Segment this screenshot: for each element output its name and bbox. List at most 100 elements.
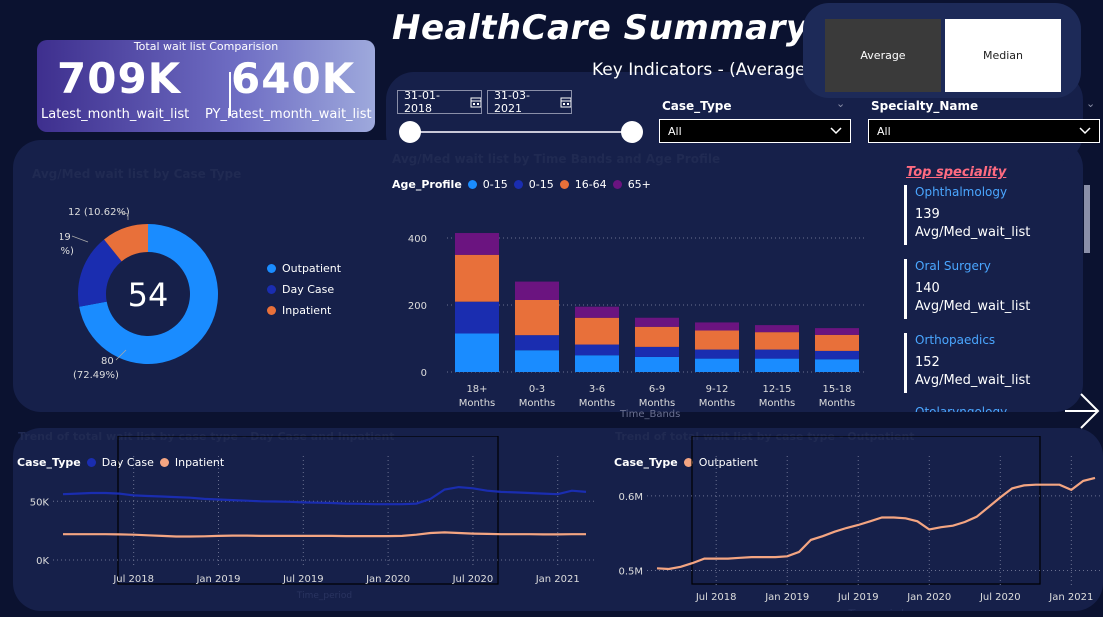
donut-chart: 5412 (10.62%)19(16.89%)80(72.49%): [60, 207, 219, 381]
x-tick: Jan 2021: [535, 574, 580, 585]
specialty-value: All: [877, 124, 891, 138]
specialty-metric-label: Avg/Med_wait_list: [915, 225, 1031, 240]
bar-x-tick: 3-6: [589, 384, 605, 395]
specialty-accent-bar: [904, 259, 907, 319]
donut-legend-item[interactable]: Day Case: [267, 283, 341, 296]
chevron-down-icon[interactable]: ⌄: [1086, 97, 1095, 110]
bar-x-tick: 0-3: [529, 384, 545, 395]
donut-legend-dot: [267, 264, 276, 273]
x-tick: Jan 2020: [906, 592, 951, 603]
bar-legend-label: 65+: [627, 178, 651, 191]
x-tick: Jul 2019: [282, 574, 324, 585]
line-series-inpatient: [63, 531, 586, 538]
py-wait-list-label: PY_latest_month_wait_list: [205, 107, 372, 122]
donut-center-value: 54: [128, 276, 169, 314]
bar-legend-dot: [513, 180, 523, 189]
specialty-accent-bar: [904, 333, 907, 393]
donut-label-daycase-pct: (16.89%): [60, 246, 74, 257]
specialty-dropdown[interactable]: All: [868, 119, 1100, 143]
bar-segment: [455, 301, 499, 334]
bar-segment: [815, 334, 859, 351]
average-button[interactable]: Average: [825, 19, 941, 92]
donut-legend-dot: [267, 285, 276, 294]
specialty-name[interactable]: Oral Surgery: [915, 259, 991, 273]
x-tick: Jul 2020: [979, 592, 1021, 603]
specialty-metric-label: Avg/Med_wait_list: [915, 299, 1031, 314]
donut-legend-label: Day Case: [282, 283, 335, 296]
bar-legend-label: 16-64: [574, 178, 607, 191]
bar-segment: [695, 330, 739, 350]
bar-y-tick: 200: [408, 301, 427, 312]
bar-y-tick: 400: [408, 234, 427, 245]
specialty-name[interactable]: Ophthalmology: [915, 185, 1007, 199]
bar-legend-dot: [612, 180, 622, 189]
bar-x-tick: Months: [459, 398, 496, 409]
bar-segment: [455, 233, 499, 255]
bar-x-tick: Months: [759, 398, 796, 409]
specialty-scrollbar[interactable]: [1084, 185, 1090, 253]
specialty-metric-label: Avg/Med_wait_list: [915, 373, 1031, 388]
y-tick: 0.6M: [618, 492, 643, 503]
specialty-name[interactable]: Orthopaedics: [915, 333, 995, 347]
bar-legend-item[interactable]: 65+: [612, 178, 651, 191]
donut-leader-line: [71, 235, 89, 243]
chevron-down-icon[interactable]: ⌄: [836, 97, 845, 110]
case-type-value: All: [668, 124, 682, 138]
line-series-outpatient: [656, 476, 1096, 571]
bar-x-tick: Months: [819, 398, 856, 409]
date-slider-start-handle[interactable]: [399, 121, 421, 143]
date-slider-end-handle[interactable]: [621, 121, 643, 143]
donut-legend-label: Outpatient: [282, 262, 342, 275]
bar-x-tick: 9-12: [706, 384, 729, 395]
date-slider-track[interactable]: [410, 131, 632, 133]
kpi-card: Total wait list Comparision 709K Latest_…: [37, 40, 375, 132]
case-type-label: Case_Type: [662, 99, 732, 113]
bar-segment: [635, 346, 679, 357]
bar-legend-label: 0-15: [528, 178, 554, 191]
bar-segment: [815, 359, 859, 372]
bar-legend-items: 0-15 0-15 16-64 65+: [467, 178, 651, 191]
bar-x-tick: 12-15: [762, 384, 791, 395]
bar-legend-item[interactable]: 0-15: [513, 178, 554, 191]
specialty-value: 139: [915, 207, 940, 222]
case-type-dropdown[interactable]: All: [659, 119, 851, 143]
y-tick: 0K: [36, 556, 49, 567]
bar-segment: [575, 317, 619, 345]
x-tick: Jan 2020: [365, 574, 410, 585]
donut-legend-item[interactable]: Outpatient: [267, 262, 341, 275]
bar-segment: [515, 350, 559, 372]
bar-chart: 0 200 400 18+ Months 0-3 Months 3-6 Months 6-9 Mon…: [408, 233, 867, 409]
bar-x-tick: Months: [639, 398, 676, 409]
x-tick: Jul 2018: [112, 574, 154, 585]
bar-segment: [695, 349, 739, 359]
median-button[interactable]: Median: [945, 19, 1061, 92]
specialty-label: Specialty_Name: [871, 99, 979, 113]
chart-frame: [117, 436, 499, 585]
bar-legend-item[interactable]: 16-64: [559, 178, 607, 191]
end-date-input[interactable]: 31-03-2021: [487, 89, 572, 115]
bar-x-title: Time_Bands: [620, 409, 681, 420]
y-tick: 0.5M: [618, 567, 643, 578]
specialty-accent-bar: [904, 185, 907, 245]
chart-frame: [691, 436, 1041, 585]
line-chart-left: Jul 2018 Jan 2019 Jul 2019 Jan 2020 Jul 2020…: [30, 436, 596, 601]
bar-legend-label: 0-15: [482, 178, 508, 191]
bar-segment: [755, 325, 799, 333]
x-tick: Jan 2021: [1048, 592, 1093, 603]
bar-segment: [695, 358, 739, 372]
x-axis-title: Time_period: [847, 609, 903, 611]
bar-x-tick: Months: [579, 398, 616, 409]
x-tick: Jan 2019: [195, 574, 240, 585]
bar-segment: [635, 317, 679, 327]
bar-y-tick: 0: [421, 368, 427, 379]
page-subtitle: Key Indicators - (Average): [592, 60, 813, 80]
arrow-right-icon[interactable]: [1063, 390, 1101, 432]
end-date-text: 31-03-2021: [494, 89, 530, 115]
bar-legend: Age_Profile 0-15 0-15 16-64 65+: [392, 178, 651, 191]
page-title: HealthCare Summary: [392, 8, 809, 48]
py-wait-list-value: 640K: [231, 54, 356, 103]
start-date-text: 31-01-2018: [404, 89, 440, 115]
start-date-input[interactable]: 31-01-2018: [397, 89, 482, 115]
bar-legend-item[interactable]: 0-15: [467, 178, 508, 191]
donut-legend-item[interactable]: Inpatient: [267, 304, 341, 317]
